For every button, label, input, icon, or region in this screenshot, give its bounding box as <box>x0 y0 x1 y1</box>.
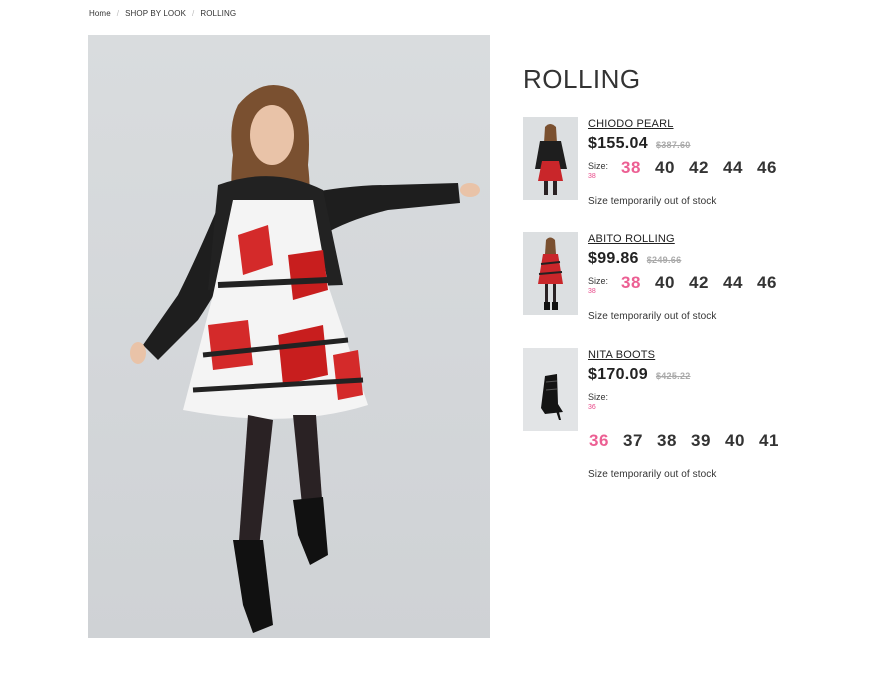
breadcrumb-current: ROLLING <box>200 9 237 18</box>
size-option[interactable]: 46 <box>757 158 791 178</box>
breadcrumb-separator: / <box>192 9 195 18</box>
product-info: ABITO ROLLING $99.86 $249.66 Size: 38 38… <box>588 232 828 322</box>
size-selector: Size: 38 38 40 42 44 46 <box>588 158 828 182</box>
size-label: Size: 36 <box>588 389 620 413</box>
product-price: $170.09 <box>588 366 648 383</box>
product-price: $155.04 <box>588 135 648 152</box>
selected-size: 38 <box>588 173 596 180</box>
stock-status: Size temporarily out of stock <box>588 469 717 480</box>
size-label: Size: 38 <box>588 273 620 297</box>
size-option[interactable]: 41 <box>759 431 793 451</box>
size-option[interactable]: 39 <box>691 431 725 451</box>
look-hero-image <box>88 35 490 638</box>
breadcrumb-home-link[interactable]: Home <box>89 9 111 18</box>
price-row: $155.04 $387.60 <box>588 135 828 155</box>
product-old-price: $249.66 <box>646 255 682 265</box>
breadcrumb-separator: / <box>116 9 120 18</box>
size-label: Size: 38 <box>588 158 620 182</box>
product-info: NITA BOOTS $170.09 $425.22 Size: 36 <box>588 348 828 413</box>
product-thumbnail[interactable] <box>523 232 578 315</box>
selected-size: 38 <box>588 288 596 295</box>
size-option[interactable]: 40 <box>655 273 689 293</box>
price-row: $99.86 $249.66 <box>588 250 828 270</box>
look-title: ROLLING <box>523 64 641 94</box>
size-option[interactable]: 40 <box>655 158 689 178</box>
size-option[interactable]: 38 <box>657 431 691 451</box>
breadcrumb-section-link[interactable]: SHOP BY LOOK <box>125 9 186 18</box>
product-price: $99.86 <box>588 250 639 267</box>
selected-size: 36 <box>588 404 596 411</box>
stock-status: Size temporarily out of stock <box>588 311 717 322</box>
size-option[interactable]: 42 <box>689 158 723 178</box>
size-option[interactable]: 38 <box>621 158 655 178</box>
product-info: CHIODO PEARL $155.04 $387.60 Size: 38 38… <box>588 117 828 207</box>
size-option[interactable]: 36 <box>589 431 623 451</box>
size-option[interactable]: 44 <box>723 158 757 178</box>
size-label-text: Size: <box>588 276 609 286</box>
product-name[interactable]: NITA BOOTS <box>588 348 828 362</box>
stock-status: Size temporarily out of stock <box>588 196 717 207</box>
product-old-price: $387.60 <box>655 140 691 150</box>
size-option[interactable]: 44 <box>723 273 757 293</box>
price-row: $170.09 $425.22 <box>588 366 828 386</box>
size-label-text: Size: <box>588 161 609 171</box>
breadcrumb: Home / SHOP BY LOOK / ROLLING <box>89 9 236 18</box>
product-thumbnail[interactable] <box>523 117 578 200</box>
size-options: 38 40 42 44 46 <box>621 273 791 293</box>
product-old-price: $425.22 <box>655 371 691 381</box>
product-name[interactable]: ABITO ROLLING <box>588 232 828 246</box>
size-options: 36 37 38 39 40 41 <box>589 431 793 451</box>
size-option[interactable]: 38 <box>621 273 655 293</box>
size-option[interactable]: 46 <box>757 273 791 293</box>
product-name[interactable]: CHIODO PEARL <box>588 117 828 131</box>
size-options: 38 40 42 44 46 <box>621 158 791 178</box>
size-label-text: Size: <box>588 392 609 402</box>
size-option[interactable]: 42 <box>689 273 723 293</box>
size-selector: Size: 38 38 40 42 44 46 <box>588 273 828 297</box>
size-option[interactable]: 37 <box>623 431 657 451</box>
model-illustration <box>130 85 480 633</box>
size-option[interactable]: 40 <box>725 431 759 451</box>
size-selector: Size: 36 <box>588 389 828 413</box>
product-thumbnail[interactable] <box>523 348 578 431</box>
product-nita-boots: NITA BOOTS $170.09 $425.22 Size: 36 36 3… <box>523 348 823 480</box>
